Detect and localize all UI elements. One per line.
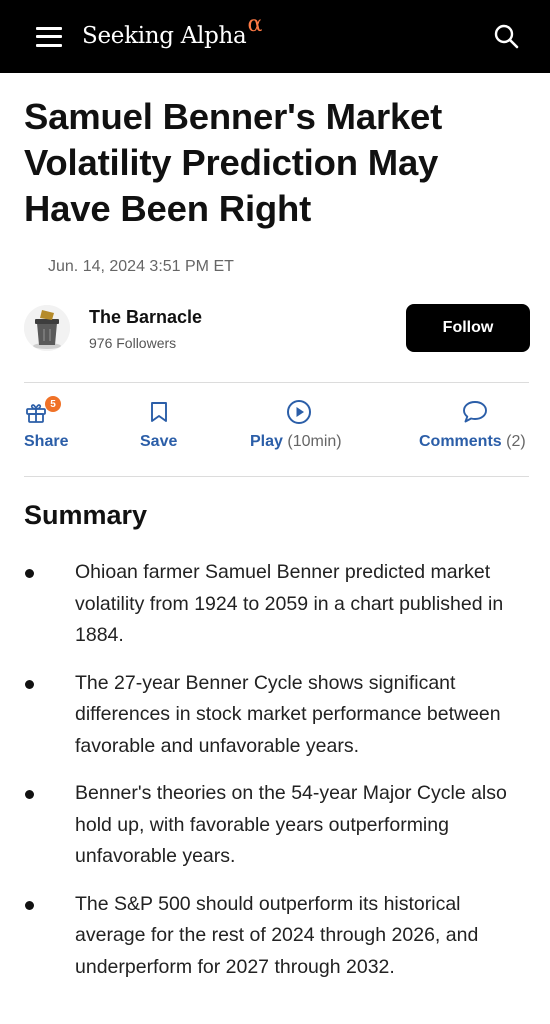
author-avatar[interactable] (24, 305, 70, 351)
logo-alpha-mark: α (247, 11, 262, 37)
summary-heading: Summary (24, 500, 148, 530)
save-label: Save (140, 433, 178, 450)
summary-list: Ohioan farmer Samuel Benner predicted ma… (24, 557, 530, 999)
play-circle-icon (287, 400, 311, 424)
hamburger-menu-icon[interactable] (36, 26, 62, 47)
summary-item: Benner's theories on the 54-year Major C… (24, 778, 530, 873)
follow-button[interactable]: Follow (406, 304, 530, 352)
summary-item: Ohioan farmer Samuel Benner predicted ma… (24, 557, 530, 652)
article-title: Samuel Benner's Market Volatility Predic… (24, 96, 443, 229)
comment-bubble-icon (463, 401, 487, 423)
bullet-dot (25, 679, 34, 689)
comments-count: (2) (506, 433, 526, 450)
share-label: Share (24, 433, 69, 450)
site-logo[interactable]: Seeking Alphaα (82, 12, 262, 49)
top-navigation-bar: Seeking Alphaα (0, 0, 550, 73)
share-button[interactable]: 5 Share (24, 396, 69, 451)
search-icon[interactable] (492, 22, 520, 50)
author-name[interactable]: The Barnacle (89, 307, 202, 328)
divider-bottom (24, 476, 529, 477)
comments-label: Comments (419, 433, 502, 450)
play-button[interactable]: Play (10min) (250, 398, 342, 451)
bullet-dot (25, 790, 34, 799)
bullet-dot (25, 900, 34, 910)
author-followers: 976 Followers (89, 335, 177, 351)
article-actions-bar: 5 Share Save Play (10min) Comments (2) (24, 396, 530, 458)
divider-top (24, 382, 529, 383)
play-duration: (10min) (287, 433, 342, 450)
share-count-badge: 5 (45, 396, 61, 412)
author-row: The Barnacle 976 Followers Follow (24, 303, 530, 355)
bookmark-icon (150, 402, 167, 422)
summary-item: The S&P 500 should outperform its histor… (24, 889, 530, 984)
publish-date: Jun. 14, 2024 3:51 PM ET (48, 258, 234, 275)
bullet-dot (25, 569, 34, 578)
summary-item: The 27-year Benner Cycle shows significa… (24, 668, 530, 763)
save-button[interactable]: Save (140, 398, 177, 451)
trash-can-avatar-icon (24, 305, 70, 351)
comments-button[interactable]: Comments (2) (419, 398, 526, 451)
play-label: Play (250, 433, 283, 450)
